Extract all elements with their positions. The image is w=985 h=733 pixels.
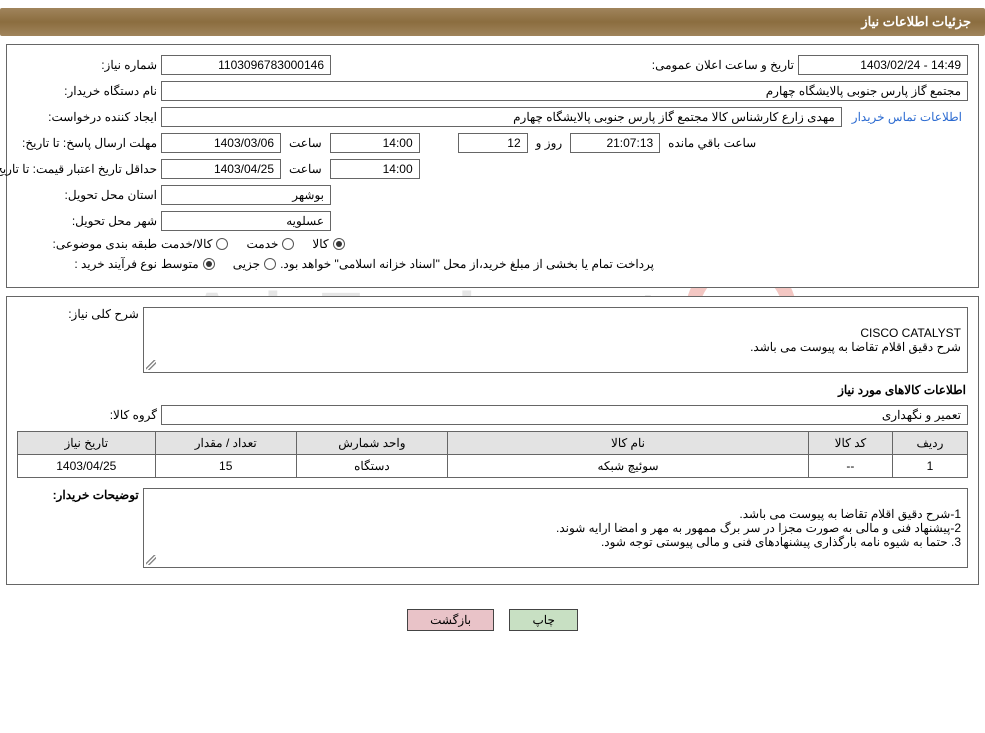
requester-value: مهدی زارع کارشناس کالا مجتمع گاز پارس جن… — [161, 107, 842, 127]
buyer-notes-text: 1-شرح دقیق اقلام تقاضا به پیوست می باشد.… — [556, 507, 961, 549]
reply-deadline-date: 1403/03/06 — [161, 133, 281, 153]
announce-value: 14:49 - 1403/02/24 — [798, 55, 968, 75]
general-desc-label: شرح کلی نیاز: — [17, 307, 139, 321]
province-value: بوشهر — [161, 185, 331, 205]
reply-deadline-time: 14:00 — [330, 133, 420, 153]
need-details-panel: شرح کلی نیاز: CISCO CATALYST شرح دقیق اق… — [6, 296, 979, 585]
time-label-1: ساعت — [285, 136, 326, 150]
province-label: استان محل تحویل: — [17, 188, 157, 202]
buyer-org-label: نام دستگاه خریدار: — [17, 84, 157, 98]
button-bar: چاپ بازگشت — [0, 593, 985, 647]
resize-grip-icon[interactable] — [146, 360, 156, 370]
col-code: کد کالا — [808, 432, 892, 455]
col-date: تاریخ نیاز — [18, 432, 156, 455]
buyer-org-value: مجتمع گاز پارس جنوبی پالایشگاه چهارم — [161, 81, 968, 101]
back-button[interactable]: بازگشت — [407, 609, 494, 631]
buyer-contact-link[interactable]: اطلاعات تماس خریدار — [846, 110, 968, 124]
city-value: عسلویه — [161, 211, 331, 231]
category-radio-group: کالا خدمت کالا/خدمت — [161, 237, 345, 251]
cell-date: 1403/04/25 — [18, 455, 156, 478]
col-row: ردیف — [892, 432, 967, 455]
cell-code: -- — [808, 455, 892, 478]
general-desc-text: CISCO CATALYST شرح دقیق اقلام تقاضا به پ… — [750, 326, 961, 354]
col-qty: تعداد / مقدار — [155, 432, 296, 455]
group-value: تعمیر و نگهداری — [161, 405, 968, 425]
print-button[interactable]: چاپ — [509, 609, 577, 631]
radio-partial[interactable] — [264, 258, 276, 270]
radio-khadamat-label: خدمت — [246, 237, 278, 251]
radio-kala-label: کالا — [312, 237, 328, 251]
table-row: 1 -- سوئیچ شبکه دستگاه 15 1403/04/25 — [18, 455, 968, 478]
need-info-panel: شماره نیاز: 1103096783000146 تاریخ و ساع… — [6, 44, 979, 288]
purchase-type-radio-group: جزیی متوسط — [161, 257, 276, 271]
cell-name: سوئیچ شبکه — [447, 455, 808, 478]
table-header-row: ردیف کد کالا نام کالا واحد شمارش تعداد /… — [18, 432, 968, 455]
need-no-value: 1103096783000146 — [161, 55, 331, 75]
cell-qty: 15 — [155, 455, 296, 478]
radio-medium[interactable] — [203, 258, 215, 270]
resize-grip-icon[interactable] — [146, 555, 156, 565]
items-table: ردیف کد کالا نام کالا واحد شمارش تعداد /… — [17, 431, 968, 478]
buyer-notes-label: توضیحات خریدار: — [17, 488, 139, 502]
radio-kalakhadmat-label: کالا/خدمت — [161, 237, 212, 251]
price-validity-label: حداقل تاریخ اعتبار قیمت: تا تاریخ: — [17, 162, 157, 176]
radio-partial-label: جزیی — [233, 257, 260, 271]
days-and-label: روز و — [532, 136, 567, 150]
general-desc-textarea[interactable]: CISCO CATALYST شرح دقیق اقلام تقاضا به پ… — [143, 307, 968, 373]
radio-khadamat[interactable] — [282, 238, 294, 250]
days-remaining: 12 — [458, 133, 528, 153]
category-label: طبقه بندی موضوعی: — [17, 237, 157, 251]
need-no-label: شماره نیاز: — [17, 58, 157, 72]
cell-unit: دستگاه — [296, 455, 447, 478]
group-label: گروه کالا: — [17, 408, 157, 422]
requester-label: ایجاد کننده درخواست: — [17, 110, 157, 124]
col-name: نام کالا — [447, 432, 808, 455]
radio-medium-label: متوسط — [161, 257, 199, 271]
price-validity-time: 14:00 — [330, 159, 420, 179]
price-validity-date: 1403/04/25 — [161, 159, 281, 179]
city-label: شهر محل تحویل: — [17, 214, 157, 228]
page-title: جزئیات اطلاعات نیاز — [861, 14, 971, 29]
radio-kalakhadmat[interactable] — [216, 238, 228, 250]
countdown-value: 21:07:13 — [570, 133, 660, 153]
reply-deadline-label: مهلت ارسال پاسخ: تا تاریخ: — [17, 136, 157, 150]
radio-kala[interactable] — [333, 238, 345, 250]
col-unit: واحد شمارش — [296, 432, 447, 455]
page-title-bar: جزئیات اطلاعات نیاز — [0, 8, 985, 36]
cell-row: 1 — [892, 455, 967, 478]
buyer-notes-textarea[interactable]: 1-شرح دقیق اقلام تقاضا به پیوست می باشد.… — [143, 488, 968, 568]
time-label-2: ساعت — [285, 162, 326, 176]
purchase-type-label: نوع فرآیند خرید : — [17, 257, 157, 271]
purchase-note: پرداخت تمام یا بخشی از مبلغ خرید،از محل … — [280, 257, 664, 271]
announce-label: تاریخ و ساعت اعلان عمومی: — [648, 58, 794, 72]
items-section-title: اطلاعات کالاهای مورد نیاز — [19, 383, 966, 397]
remaining-label: ساعت باقي مانده — [664, 136, 760, 150]
